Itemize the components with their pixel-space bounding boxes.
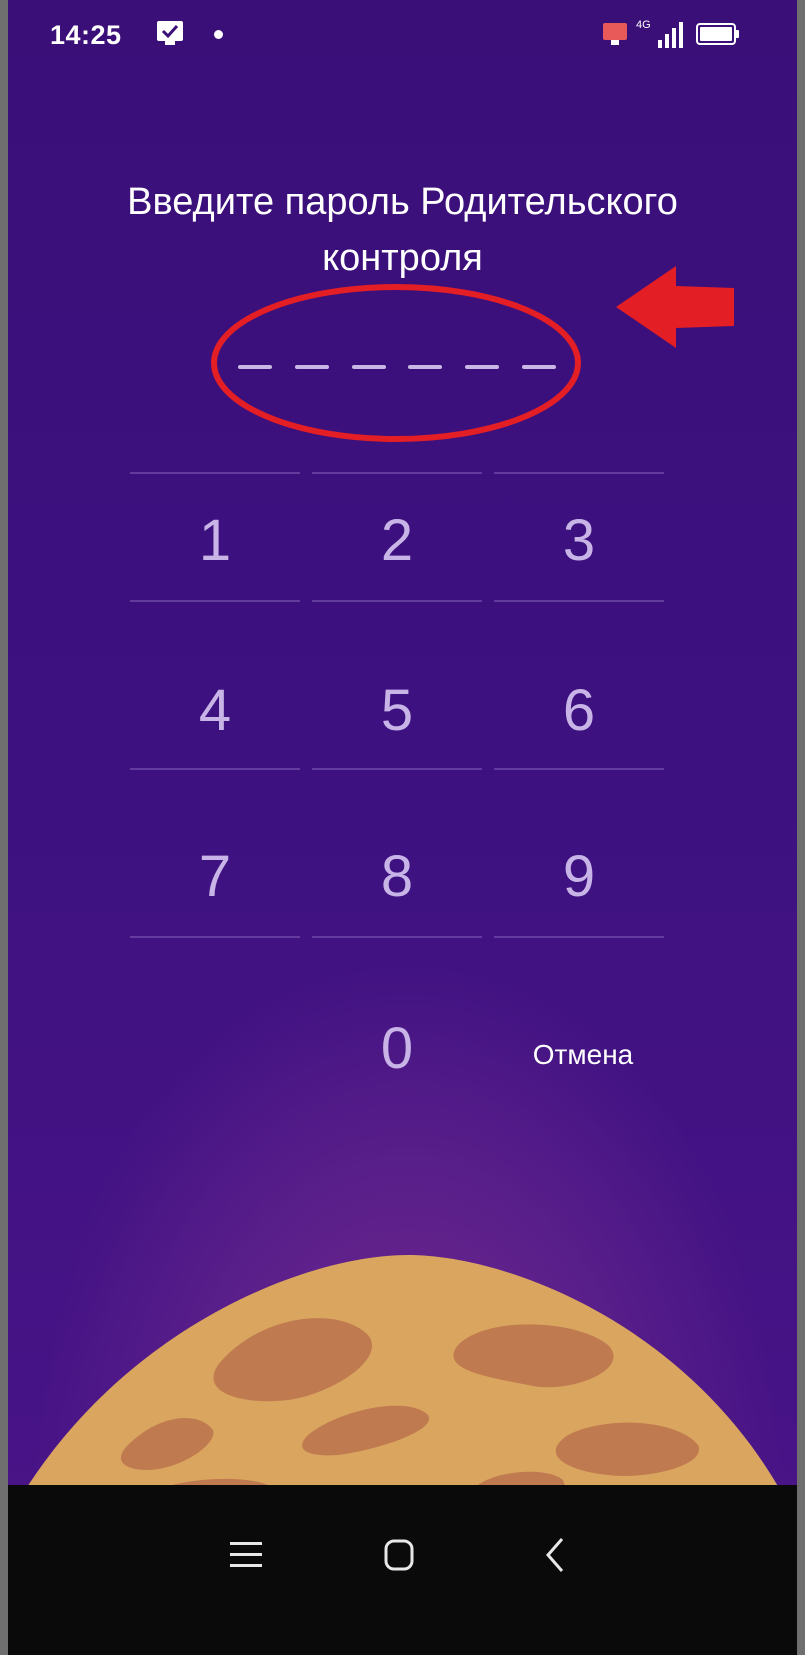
- cancel-button[interactable]: Отмена: [498, 1010, 668, 1100]
- key-5[interactable]: 5: [312, 630, 482, 790]
- key-divider: [130, 936, 300, 938]
- planet-illustration: [22, 1255, 783, 1495]
- parental-control-screen: 14:25 4G Введите пароль Родительского ко…: [8, 0, 797, 1655]
- key-4[interactable]: 4: [130, 630, 300, 790]
- key-6[interactable]: 6: [494, 630, 664, 790]
- key-2[interactable]: 2: [312, 460, 482, 620]
- key-8[interactable]: 8: [312, 796, 482, 956]
- menu-icon[interactable]: [206, 1515, 286, 1595]
- key-7[interactable]: 7: [130, 796, 300, 956]
- key-divider: [494, 600, 664, 602]
- key-divider: [130, 768, 300, 770]
- system-navigation-bar: [8, 1485, 797, 1655]
- key-0[interactable]: 0: [312, 968, 482, 1128]
- key-divider: [312, 600, 482, 602]
- back-icon[interactable]: [516, 1515, 596, 1595]
- key-divider: [130, 600, 300, 602]
- key-divider: [312, 768, 482, 770]
- key-1[interactable]: 1: [130, 460, 300, 620]
- key-9[interactable]: 9: [494, 796, 664, 956]
- key-3[interactable]: 3: [494, 460, 664, 620]
- key-divider: [494, 768, 664, 770]
- key-divider: [312, 936, 482, 938]
- home-icon[interactable]: [360, 1515, 440, 1595]
- key-divider: [494, 936, 664, 938]
